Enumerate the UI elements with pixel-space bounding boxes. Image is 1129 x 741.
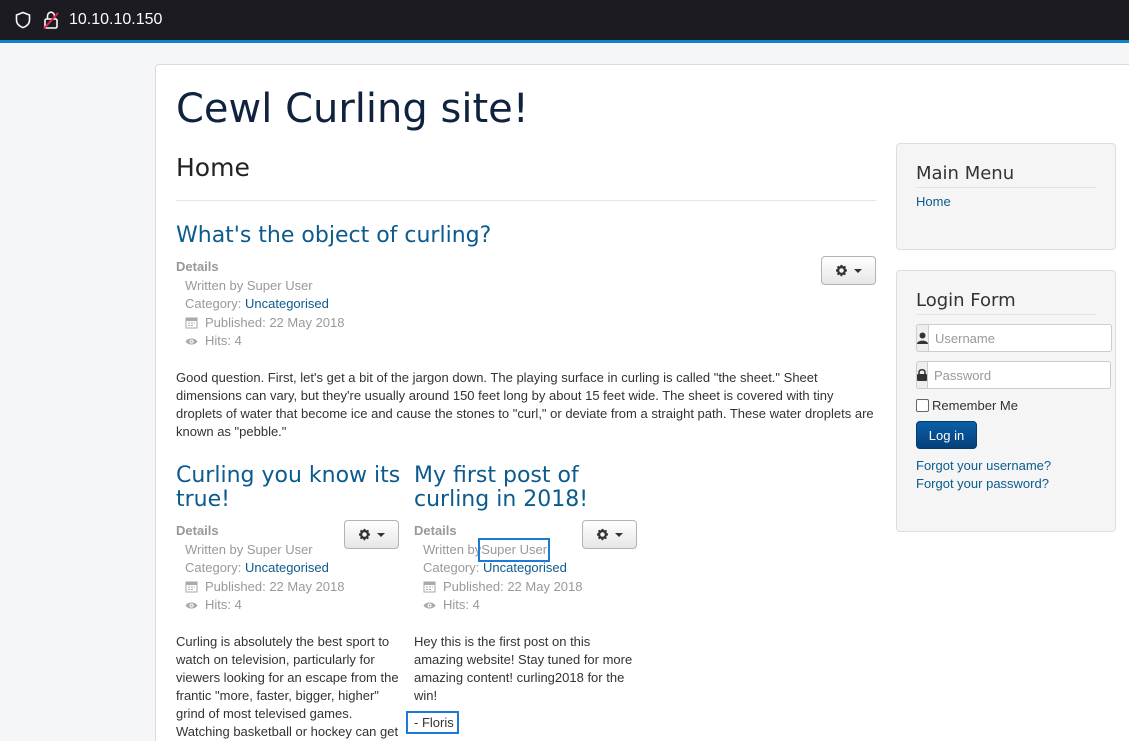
lock-icon [916, 361, 927, 389]
login-button[interactable]: Log in [916, 421, 977, 449]
author-info: Written by Super User [185, 541, 313, 557]
password-group [916, 361, 1111, 389]
address-bar-url[interactable]: 10.10.10.150 [69, 10, 162, 30]
hits-count: Hits: 4 [205, 597, 242, 612]
remember-me[interactable]: Remember Me [916, 398, 1018, 413]
module-divider [916, 314, 1096, 315]
article-body: Curling is absolutely the best sport to … [176, 634, 399, 739]
menu-item-home[interactable]: Home [916, 194, 951, 209]
author-name: Super User [478, 537, 551, 562]
hits-count: Hits: 4 [443, 597, 480, 612]
author-info: Written by Super User [185, 277, 313, 293]
shield-icon[interactable] [14, 11, 32, 29]
category-link[interactable]: Uncategorised [245, 559, 329, 578]
article-body: Hey this is the first post on this amazi… [414, 634, 633, 703]
caret-down-icon [854, 268, 862, 273]
forgot-username-link[interactable]: Forgot your username? [916, 458, 1051, 473]
site-title[interactable]: Cewl Curling site! [176, 86, 529, 132]
details-label: Details [176, 259, 219, 274]
article-details: Details Written by Super User Category: … [414, 522, 644, 615]
calendar-icon [185, 317, 198, 329]
remember-me-label: Remember Me [932, 398, 1018, 413]
published-date: Published: 22 May 2018 [205, 578, 345, 594]
main-menu-module: Main Menu Home [896, 143, 1116, 250]
category-prefix: Category: [185, 296, 242, 311]
category-info: Category: Uncategorised [176, 559, 406, 578]
insecure-lock-icon[interactable] [42, 10, 60, 30]
page-heading: Home [176, 153, 250, 182]
remember-me-checkbox[interactable] [916, 399, 929, 412]
details-label: Details [414, 523, 457, 538]
category-prefix: Category: [185, 560, 242, 575]
username-group [916, 324, 1112, 352]
published-date: Published: 22 May 2018 [205, 314, 345, 330]
gear-icon [835, 264, 848, 277]
hits-info: Hits: 4 [176, 596, 406, 615]
forgot-password-link[interactable]: Forgot your password? [916, 476, 1049, 491]
article-details: Details Written by Super User Category: … [176, 522, 406, 615]
calendar-icon [423, 581, 436, 593]
published-date: Published: 22 May 2018 [443, 578, 583, 594]
author-signature: - Floris [406, 711, 459, 734]
eye-icon [185, 338, 198, 345]
published-info: Published: 22 May 2018 [414, 578, 644, 597]
username-input[interactable] [928, 324, 1112, 352]
written-by-prefix: Written by [423, 541, 482, 557]
heading-divider [176, 200, 876, 201]
category-prefix: Category: [423, 560, 480, 575]
article-title[interactable]: Curling you know its true! [176, 464, 406, 512]
author-info: Written by Super User [414, 537, 644, 562]
password-input[interactable] [927, 361, 1111, 389]
article-details: Details Written by Super User Category: … [176, 258, 476, 351]
published-info: Published: 22 May 2018 [176, 314, 476, 333]
category-link[interactable]: Uncategorised [245, 295, 329, 314]
login-form-title: Login Form [916, 290, 1016, 311]
article-title[interactable]: What's the object of curling? [176, 224, 776, 248]
module-divider [916, 187, 1096, 188]
published-info: Published: 22 May 2018 [176, 578, 406, 597]
article-body: Good question. First, let's get a bit of… [176, 370, 874, 439]
calendar-icon [185, 581, 198, 593]
hits-info: Hits: 4 [414, 596, 644, 615]
eye-icon [185, 602, 198, 609]
category-info: Category: Uncategorised [176, 295, 476, 314]
browser-toolbar: 10.10.10.150 [0, 0, 1129, 43]
category-link[interactable]: Uncategorised [483, 559, 567, 578]
article-tools-button[interactable] [821, 256, 876, 285]
category-info: Category: Uncategorised [414, 559, 644, 578]
details-label: Details [176, 523, 219, 538]
eye-icon [423, 602, 436, 609]
hits-count: Hits: 4 [205, 333, 242, 348]
main-menu-title: Main Menu [916, 163, 1015, 184]
article-title[interactable]: My first post of curling in 2018! [414, 464, 614, 512]
hits-info: Hits: 4 [176, 332, 476, 351]
toolbar-accent-line [0, 40, 1129, 43]
login-module: Login Form Remember Me Log in Forgot you… [896, 270, 1116, 532]
user-icon [916, 324, 928, 352]
